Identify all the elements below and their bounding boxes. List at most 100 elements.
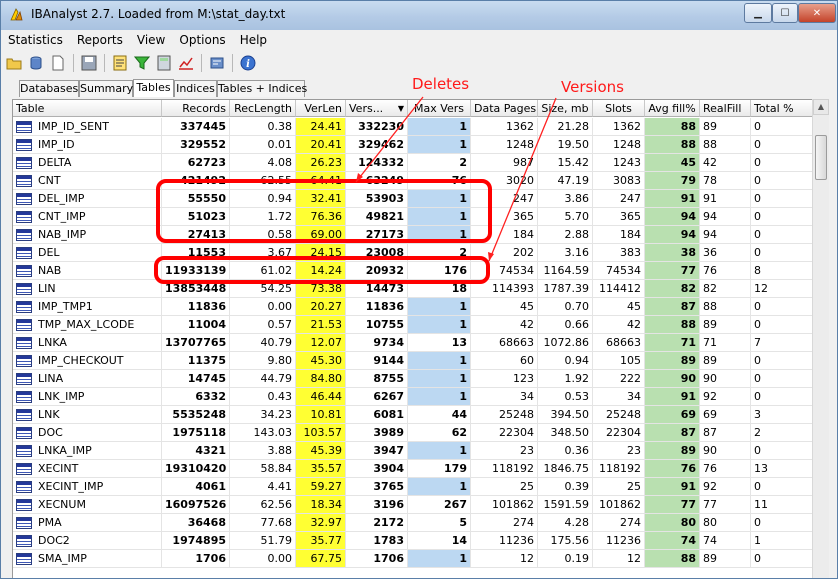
maximize-button[interactable]: ☐ — [772, 3, 798, 23]
table-row[interactable]: DOC2 1974895 51.79 35.77 1783 14 11236 175.56 11… — [13, 532, 813, 550]
menu-view[interactable]: View — [130, 31, 172, 50]
tab-indices[interactable]: Indices — [174, 80, 217, 97]
menu-help[interactable]: Help — [233, 31, 274, 50]
table-row[interactable]: LIN 13853448 54.25 73.38 14473 18 114393 1787.3… — [13, 280, 813, 298]
cell-total: 0 — [751, 172, 813, 190]
cell-slots: 247 — [593, 190, 645, 208]
header-records[interactable]: Records — [162, 100, 230, 117]
table-icon — [16, 229, 32, 241]
table-row[interactable]: NAB_IMP 27413 0.58 69.00 27173 1 184 2.88 184 94 9… — [13, 226, 813, 244]
table-row[interactable]: IMP_ID 329552 0.01 20.41 329462 1 1248 19.50 124… — [13, 136, 813, 154]
minimize-button[interactable]: ▁ — [744, 3, 772, 23]
cell-size: 47.19 — [538, 172, 593, 190]
cell-datapages: 74534 — [471, 262, 538, 280]
scroll-thumb[interactable] — [815, 135, 827, 180]
tab-databases[interactable]: Databases — [19, 80, 79, 97]
table-row[interactable]: LINA 14745 44.79 84.80 8755 1 123 1.92 222 90 90 0 — [13, 370, 813, 388]
cell-size: 1787.39 — [538, 280, 593, 298]
cell-slots: 23 — [593, 442, 645, 460]
cell-records: 4321 — [162, 442, 230, 460]
header-total-percent[interactable]: Total % — [751, 100, 813, 117]
cell-vers: 124332 — [346, 154, 408, 172]
table-row[interactable]: NAB 11933139 61.02 14.24 20932 176 74534 1164.5… — [13, 262, 813, 280]
cell-vers: 49821 — [346, 208, 408, 226]
cell-table: LINA — [13, 370, 162, 388]
table-row[interactable]: TMP_MAX_LCODE 11004 0.57 21.53 10755 1 42 0.66 4… — [13, 316, 813, 334]
table-row[interactable]: SMA_IMP 1706 0.00 67.75 1706 1 12 0.19 12 88 89 0 — [13, 550, 813, 568]
cell-realfill: 92 — [700, 478, 751, 496]
table-row[interactable]: DOC 1975118 143.03 103.57 3989 62 22304 348.50 2… — [13, 424, 813, 442]
header-reclength[interactable]: RecLength — [230, 100, 296, 117]
cell-vers: 3904 — [346, 460, 408, 478]
table-row[interactable]: XECINT_IMP 4061 4.41 59.27 3765 1 25 0.39 25 91 92… — [13, 478, 813, 496]
tab-tables[interactable]: Tables — [133, 79, 174, 97]
cell-avgfill: 88 — [645, 118, 700, 136]
cell-maxvers: 1 — [408, 442, 471, 460]
table-row[interactable]: CNT_IMP 51023 1.72 76.36 49821 1 365 5.70 365 94 9… — [13, 208, 813, 226]
table-row[interactable]: DELTA 62723 4.08 26.23 124332 2 987 15.42 1243 45… — [13, 154, 813, 172]
table-row[interactable]: LNKA_IMP 4321 3.88 45.39 3947 1 23 0.36 23 89 90 0 — [13, 442, 813, 460]
cell-vers: 3765 — [346, 478, 408, 496]
table-row[interactable]: IMP_TMP1 11836 0.00 20.27 11836 1 45 0.70 45 87 88… — [13, 298, 813, 316]
report-icon[interactable] — [111, 54, 129, 72]
calculator-icon[interactable] — [155, 54, 173, 72]
cell-avgfill: 69 — [645, 406, 700, 424]
settings-icon[interactable] — [208, 54, 226, 72]
table-row[interactable]: LNK_IMP 6332 0.43 46.44 6267 1 34 0.53 34 91 92 0 — [13, 388, 813, 406]
tab-tables-indices[interactable]: Tables + Indices — [217, 80, 307, 97]
filter-icon[interactable] — [133, 54, 151, 72]
menu-statistics[interactable]: Statistics — [1, 31, 70, 50]
cell-total: 1 — [751, 532, 813, 550]
close-button[interactable]: ✕ — [798, 3, 836, 23]
tab-summary[interactable]: Summary — [79, 80, 133, 97]
table-row[interactable]: XECNUM 16097526 62.56 18.34 3196 267 101862 159… — [13, 496, 813, 514]
table-row[interactable]: LNK 5535248 34.23 10.81 6081 44 25248 394.50 252… — [13, 406, 813, 424]
database-icon[interactable] — [27, 54, 45, 72]
header-avg-fill[interactable]: Avg fill% — [645, 100, 700, 117]
table-row[interactable]: LNKA 13707765 40.79 12.07 9734 13 68663 1072.86… — [13, 334, 813, 352]
document-icon[interactable] — [49, 54, 67, 72]
cell-records: 421492 — [162, 172, 230, 190]
cell-size: 0.70 — [538, 298, 593, 316]
menu-reports[interactable]: Reports — [70, 31, 130, 50]
header-size-mb[interactable]: Size, mb — [538, 100, 593, 117]
header-data-pages[interactable]: Data Pages — [471, 100, 538, 117]
header-verlen[interactable]: VerLen — [296, 100, 346, 117]
menu-options[interactable]: Options — [172, 31, 232, 50]
cell-total: 0 — [751, 298, 813, 316]
header-max-vers[interactable]: Max Vers — [408, 100, 471, 117]
table-icon — [16, 535, 32, 547]
table-row[interactable]: XECINT 19310420 58.84 35.57 3904 179 118192 184… — [13, 460, 813, 478]
header-table[interactable]: Table — [13, 100, 162, 117]
cell-records: 11836 — [162, 298, 230, 316]
table-row[interactable]: IMP_CHECKOUT 11375 9.80 45.30 9144 1 60 0.94 105… — [13, 352, 813, 370]
cell-datapages: 1362 — [471, 118, 538, 136]
cell-table: CNT_IMP — [13, 208, 162, 226]
save-icon[interactable] — [80, 54, 98, 72]
table-row[interactable]: PMA 36468 77.68 32.97 2172 5 274 4.28 274 80 80 0 — [13, 514, 813, 532]
tables-grid[interactable]: Table Records RecLength VerLen Vers... ▼ … — [12, 99, 814, 578]
table-icon — [16, 211, 32, 223]
cell-records: 11553 — [162, 244, 230, 262]
header-versions[interactable]: Vers... ▼ — [346, 100, 408, 117]
cell-records: 55550 — [162, 190, 230, 208]
header-realfill[interactable]: RealFill — [700, 100, 751, 117]
table-row[interactable]: CNT 421492 62.55 64.41 63249 76 3020 47.19 3083 7… — [13, 172, 813, 190]
info-icon[interactable]: i — [239, 54, 257, 72]
table-row[interactable]: DEL_IMP 55550 0.94 32.41 53903 1 247 3.86 247 91 9… — [13, 190, 813, 208]
cell-vers: 10755 — [346, 316, 408, 334]
cell-slots: 365 — [593, 208, 645, 226]
cell-verlen: 24.15 — [296, 244, 346, 262]
table-icon — [16, 193, 32, 205]
scroll-up-icon[interactable]: ▲ — [813, 99, 829, 115]
cell-table: IMP_ID_SENT — [13, 118, 162, 136]
table-row[interactable]: DEL 11553 3.67 24.15 23008 2 202 3.16 383 38 36 0 — [13, 244, 813, 262]
cell-records: 4061 — [162, 478, 230, 496]
vertical-scrollbar[interactable]: ▲ — [812, 99, 829, 578]
header-slots[interactable]: Slots — [593, 100, 645, 117]
cell-reclength: 4.08 — [230, 154, 296, 172]
open-folder-icon[interactable] — [5, 54, 23, 72]
cell-verlen: 24.41 — [296, 118, 346, 136]
chart-icon[interactable] — [177, 54, 195, 72]
table-row[interactable]: IMP_ID_SENT 337445 0.38 24.41 332230 1 1362 21.… — [13, 118, 813, 136]
